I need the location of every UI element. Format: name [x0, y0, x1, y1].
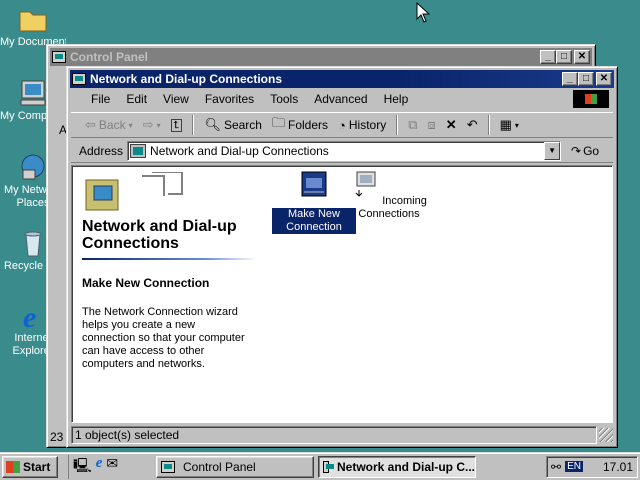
undo-icon: ↶	[466, 117, 478, 132]
taskbar: Start 🖳︎ e ✉︎ Control Panel Network and …	[0, 452, 640, 480]
recycle-bin-icon	[24, 231, 42, 257]
folders-button[interactable]: 🗀 Folders	[268, 112, 332, 138]
clock[interactable]: 17.01	[603, 460, 633, 474]
menu-edit[interactable]: Edit	[118, 92, 155, 106]
control-panel-titlebar[interactable]: Control Panel _ □ ✕	[50, 48, 592, 66]
go-arrow-icon: ↷	[571, 143, 582, 158]
back-arrow-icon: ⇦	[85, 117, 96, 132]
history-button[interactable]: ◔ History	[334, 116, 390, 135]
up-button[interactable]: ⮤	[167, 117, 187, 134]
internet-explorer-quick-icon[interactable]: e	[96, 455, 103, 479]
task-network-connections[interactable]: Network and Dial-up C...	[318, 455, 476, 478]
network-connections-window[interactable]: Network and Dial-up Connections _ □ ✕ Fi…	[66, 66, 618, 448]
address-value: Network and Dial-up Connections	[150, 143, 329, 158]
toolbar-separator	[487, 115, 490, 135]
incoming-connections-item[interactable]: Incoming Connections	[347, 170, 431, 221]
task-control-panel[interactable]: Control Panel	[156, 455, 314, 478]
maximize-button[interactable]: □	[556, 50, 572, 64]
windows-flag-icon	[6, 460, 20, 473]
menu-help[interactable]: Help	[376, 92, 417, 106]
close-button[interactable]: ✕	[596, 72, 612, 86]
menu-tools[interactable]: Tools	[262, 92, 306, 106]
quick-launch: 🖳︎ e ✉︎	[68, 454, 118, 479]
control-panel-status-fragment: 23	[50, 430, 64, 444]
forward-arrow-icon: ⇨	[142, 117, 154, 132]
resize-grip-icon[interactable]	[599, 428, 613, 442]
menu-bar: File Edit View Favorites Tools Advanced …	[71, 89, 613, 109]
control-panel-icon	[161, 460, 175, 473]
search-icon: 🔍︎	[204, 117, 221, 132]
left-pane-subtitle: Make New Connection	[82, 276, 210, 290]
maximize-button[interactable]: □	[578, 72, 594, 86]
show-desktop-icon[interactable]: 🖳︎	[73, 455, 92, 479]
mouse-cursor-icon	[416, 2, 430, 23]
network-folder-icon	[130, 143, 147, 158]
desktop-icon-my-documents[interactable]: My Documents	[0, 4, 66, 48]
menu-file[interactable]: File	[83, 92, 118, 106]
minimize-button[interactable]: _	[562, 72, 578, 86]
web-view-left-pane: Network and Dial-up Connections Make New…	[72, 166, 258, 422]
address-label: Address	[79, 143, 124, 158]
network-connections-icon	[72, 73, 86, 85]
make-new-connection-item[interactable]: Make New Connection	[272, 170, 356, 234]
delete-button[interactable]: ✕	[442, 115, 461, 135]
forward-button[interactable]: ⇨ ▾	[139, 115, 165, 135]
toolbar: ⇦ Back ▾ ⇨ ▾ ⮤ 🔍︎ Search 🗀 Folders ◔ History ⧉…	[71, 112, 613, 138]
network-connections-icon	[323, 460, 334, 473]
move-to-icon: ⧉	[408, 117, 418, 132]
item-label: Make New Connection	[272, 208, 356, 234]
network-connections-titlebar[interactable]: Network and Dial-up Connections _ □ ✕	[70, 70, 614, 88]
network-places-icon	[21, 154, 45, 180]
views-button[interactable]: ▦ ▾	[496, 115, 523, 135]
toolbar-separator	[396, 115, 399, 135]
language-indicator[interactable]: EN	[565, 461, 583, 472]
start-button[interactable]: Start	[2, 455, 58, 478]
delete-x-icon: ✕	[445, 117, 457, 132]
history-icon: ◔	[338, 117, 346, 133]
control-panel-icon	[52, 51, 66, 63]
folders-icon: 🗀	[271, 115, 285, 130]
window-title: Control Panel	[70, 50, 149, 64]
views-grid-icon: ▦	[499, 117, 512, 132]
copy-to-icon: ⧈	[427, 117, 436, 132]
status-bar: 1 object(s) selected	[71, 425, 613, 445]
undo-button[interactable]: ↶	[463, 115, 482, 135]
network-status-icon[interactable]: ⚯	[551, 460, 561, 474]
content-pane: Network and Dial-up Connections Make New…	[71, 165, 613, 423]
move-to-button[interactable]: ⧉	[404, 115, 421, 135]
menu-favorites[interactable]: Favorites	[197, 92, 262, 106]
left-pane-rule	[82, 258, 258, 260]
folder-icon	[19, 11, 47, 32]
status-text: 1 object(s) selected	[71, 426, 597, 444]
go-button[interactable]: ↷ Go	[571, 144, 599, 158]
left-pane-title: Network and Dial-up Connections	[82, 218, 237, 252]
menu-view[interactable]: View	[155, 92, 197, 106]
address-dropdown-button[interactable]: ▼	[544, 141, 561, 160]
left-pane-description: The Network Connection wizard helps you …	[82, 306, 245, 370]
make-new-connection-icon	[301, 171, 327, 197]
system-tray: ⚯ EN 17.01	[546, 455, 638, 478]
up-folder-icon: ⮤	[170, 118, 183, 132]
windows-logo-icon	[573, 90, 609, 108]
address-field[interactable]: Network and Dial-up Connections ▼	[127, 140, 562, 161]
close-button[interactable]: ✕	[574, 50, 590, 64]
toolbar-separator	[192, 115, 195, 135]
computer-icon	[20, 80, 46, 106]
search-button[interactable]: 🔍︎ Search	[200, 115, 266, 135]
outlook-express-icon[interactable]: ✉︎	[106, 455, 118, 479]
svg-text:e: e	[23, 301, 36, 330]
address-bar: Address Network and Dial-up Connections …	[71, 139, 613, 163]
network-connections-banner-icon	[85, 172, 183, 211]
window-title: Network and Dial-up Connections	[90, 72, 283, 86]
minimize-button[interactable]: _	[540, 50, 556, 64]
back-button[interactable]: ⇦ Back ▾	[81, 115, 137, 135]
incoming-connections-icon	[355, 171, 376, 197]
menu-advanced[interactable]: Advanced	[306, 92, 375, 106]
internet-explorer-icon: e	[23, 301, 36, 330]
copy-to-button[interactable]: ⧈	[424, 115, 440, 135]
